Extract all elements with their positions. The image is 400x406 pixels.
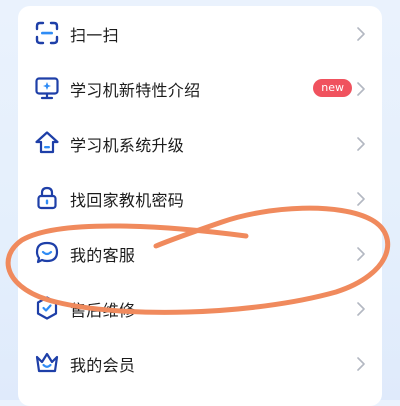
menu-item-label: 我的会员: [70, 355, 136, 375]
menu-item-label: 扫一扫: [70, 25, 119, 45]
menu-item-label: 找回家教机密码: [70, 190, 185, 210]
crown-icon: [34, 350, 60, 376]
menu-item-new-features[interactable]: 学习机新特性介绍 new: [18, 61, 382, 116]
scan-icon: [34, 20, 60, 46]
menu-item-system-upgrade[interactable]: 学习机系统升级: [18, 116, 382, 171]
chevron-right-icon: [356, 26, 366, 41]
chevron-right-icon: [356, 301, 366, 316]
menu-item-label: 售后维修: [70, 300, 136, 320]
upgrade-house-icon: [34, 130, 60, 156]
lock-icon: [34, 185, 60, 211]
menu-item-customer-service[interactable]: 我的客服: [18, 226, 382, 281]
menu-item-label: 我的客服: [70, 245, 136, 265]
new-badge: new: [313, 79, 352, 97]
chevron-right-icon: [356, 191, 366, 206]
settings-menu-card: 扫一扫 学习机新特性介绍 new 学习机系统升级 找回家教机密码 我的客服 售后…: [18, 6, 382, 406]
repair-icon: [34, 295, 60, 321]
menu-item-membership[interactable]: 我的会员: [18, 336, 382, 391]
menu-item-label: 学习机系统升级: [70, 135, 185, 155]
menu-item-repair[interactable]: 售后维修: [18, 281, 382, 336]
monitor-icon: [34, 75, 60, 101]
chevron-right-icon: [356, 356, 366, 371]
menu-item-label: 学习机新特性介绍: [70, 80, 201, 100]
chevron-right-icon: [356, 246, 366, 261]
chevron-right-icon: [356, 136, 366, 151]
chevron-right-icon: [356, 81, 366, 96]
menu-item-recover-password[interactable]: 找回家教机密码: [18, 171, 382, 226]
menu-item-scan[interactable]: 扫一扫: [18, 6, 382, 61]
chat-smile-icon: [34, 240, 60, 266]
